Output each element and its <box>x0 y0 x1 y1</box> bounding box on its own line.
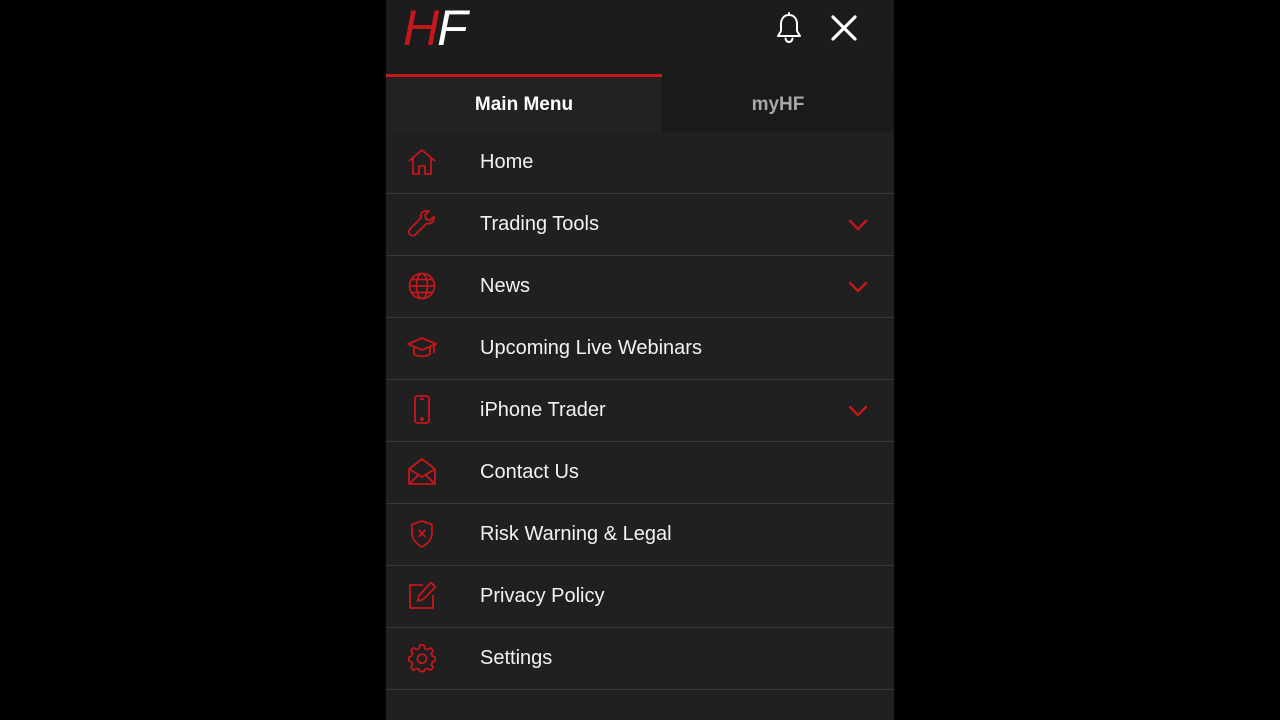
menu-tabs: Main Menu myHF <box>386 74 894 132</box>
menu-item-label: Upcoming Live Webinars <box>480 337 702 359</box>
menu-item-label: News <box>480 275 531 297</box>
main-menu-list: Home Trading Tools News Upcoming Live We… <box>386 132 894 690</box>
home-icon <box>406 146 438 178</box>
tab-myhf[interactable]: myHF <box>662 74 894 132</box>
menu-item-label: Settings <box>480 647 553 669</box>
menu-item-risk-warning-legal[interactable]: Risk Warning & Legal <box>386 504 894 566</box>
shield-x-icon <box>406 518 438 550</box>
edit-icon <box>406 580 438 612</box>
app-window: HF Main Menu myHF Home Trading Tools New… <box>386 0 894 720</box>
envelope-open-icon <box>406 456 438 488</box>
globe-icon <box>406 270 438 302</box>
bell-icon[interactable] <box>774 12 804 44</box>
logo-letter-h: H <box>403 0 439 56</box>
menu-item-news[interactable]: News <box>386 256 894 318</box>
menu-item-label: Risk Warning & Legal <box>480 523 672 545</box>
phone-icon <box>406 394 438 426</box>
chevron-down-icon[interactable] <box>847 218 869 232</box>
menu-item-settings[interactable]: Settings <box>386 628 894 690</box>
chevron-down-icon[interactable] <box>847 280 869 294</box>
menu-item-privacy-policy[interactable]: Privacy Policy <box>386 566 894 628</box>
menu-item-iphone-trader[interactable]: iPhone Trader <box>386 380 894 442</box>
close-icon[interactable] <box>829 13 859 43</box>
tab-main-menu[interactable]: Main Menu <box>386 74 662 132</box>
menu-item-contact-us[interactable]: Contact Us <box>386 442 894 504</box>
gear-icon <box>406 642 438 674</box>
graduation-cap-icon <box>406 332 438 364</box>
top-bar: HF <box>386 0 894 74</box>
menu-item-label: Home <box>480 151 534 173</box>
menu-item-label: Trading Tools <box>480 213 599 235</box>
menu-item-label: Privacy Policy <box>480 585 605 607</box>
menu-item-label: Contact Us <box>480 461 579 483</box>
wrench-icon <box>406 208 438 240</box>
menu-item-home[interactable]: Home <box>386 132 894 194</box>
chevron-down-icon[interactable] <box>847 404 869 418</box>
menu-item-upcoming-live-webinars[interactable]: Upcoming Live Webinars <box>386 318 894 380</box>
menu-item-trading-tools[interactable]: Trading Tools <box>386 194 894 256</box>
menu-item-label: iPhone Trader <box>480 399 606 421</box>
hf-logo[interactable]: HF <box>403 0 468 56</box>
logo-letter-f: F <box>437 0 468 56</box>
